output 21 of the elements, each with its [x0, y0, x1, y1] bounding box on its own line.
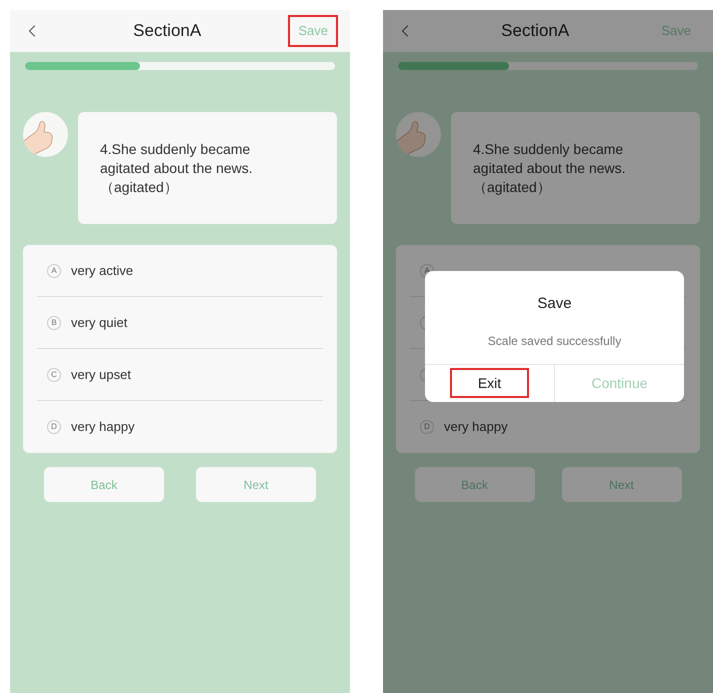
avatar-icon — [396, 112, 441, 157]
option-letter[interactable]: D — [47, 420, 61, 434]
dialog-action[interactable]: Exit — [450, 368, 530, 398]
dialog-message: Scale saved successfully — [488, 332, 622, 350]
screen-title: SectionA — [132, 20, 202, 42]
option-letter[interactable]: B — [47, 316, 61, 330]
dialog-title: Save — [537, 294, 572, 314]
avatar-icon — [23, 112, 68, 157]
keyword-hint: （agitated） — [473, 178, 552, 197]
option-text[interactable]: very happy — [71, 417, 135, 437]
option-text[interactable]: very active — [71, 260, 134, 280]
option-text[interactable]: very upset — [71, 364, 131, 384]
option-letter[interactable]: C — [47, 368, 61, 382]
question-text: 4.She suddenly became agitated about the news. — [100, 140, 254, 178]
screen-title: SectionA — [500, 20, 570, 42]
question-text: 4.She suddenly became agitated about the news. — [473, 140, 627, 178]
option-letter[interactable]: A — [47, 264, 61, 278]
option-text[interactable]: very happy — [444, 417, 508, 437]
option-text[interactable]: very quiet — [71, 312, 128, 332]
option-letter[interactable]: D — [420, 420, 434, 434]
keyword-hint: （agitated） — [100, 178, 179, 197]
